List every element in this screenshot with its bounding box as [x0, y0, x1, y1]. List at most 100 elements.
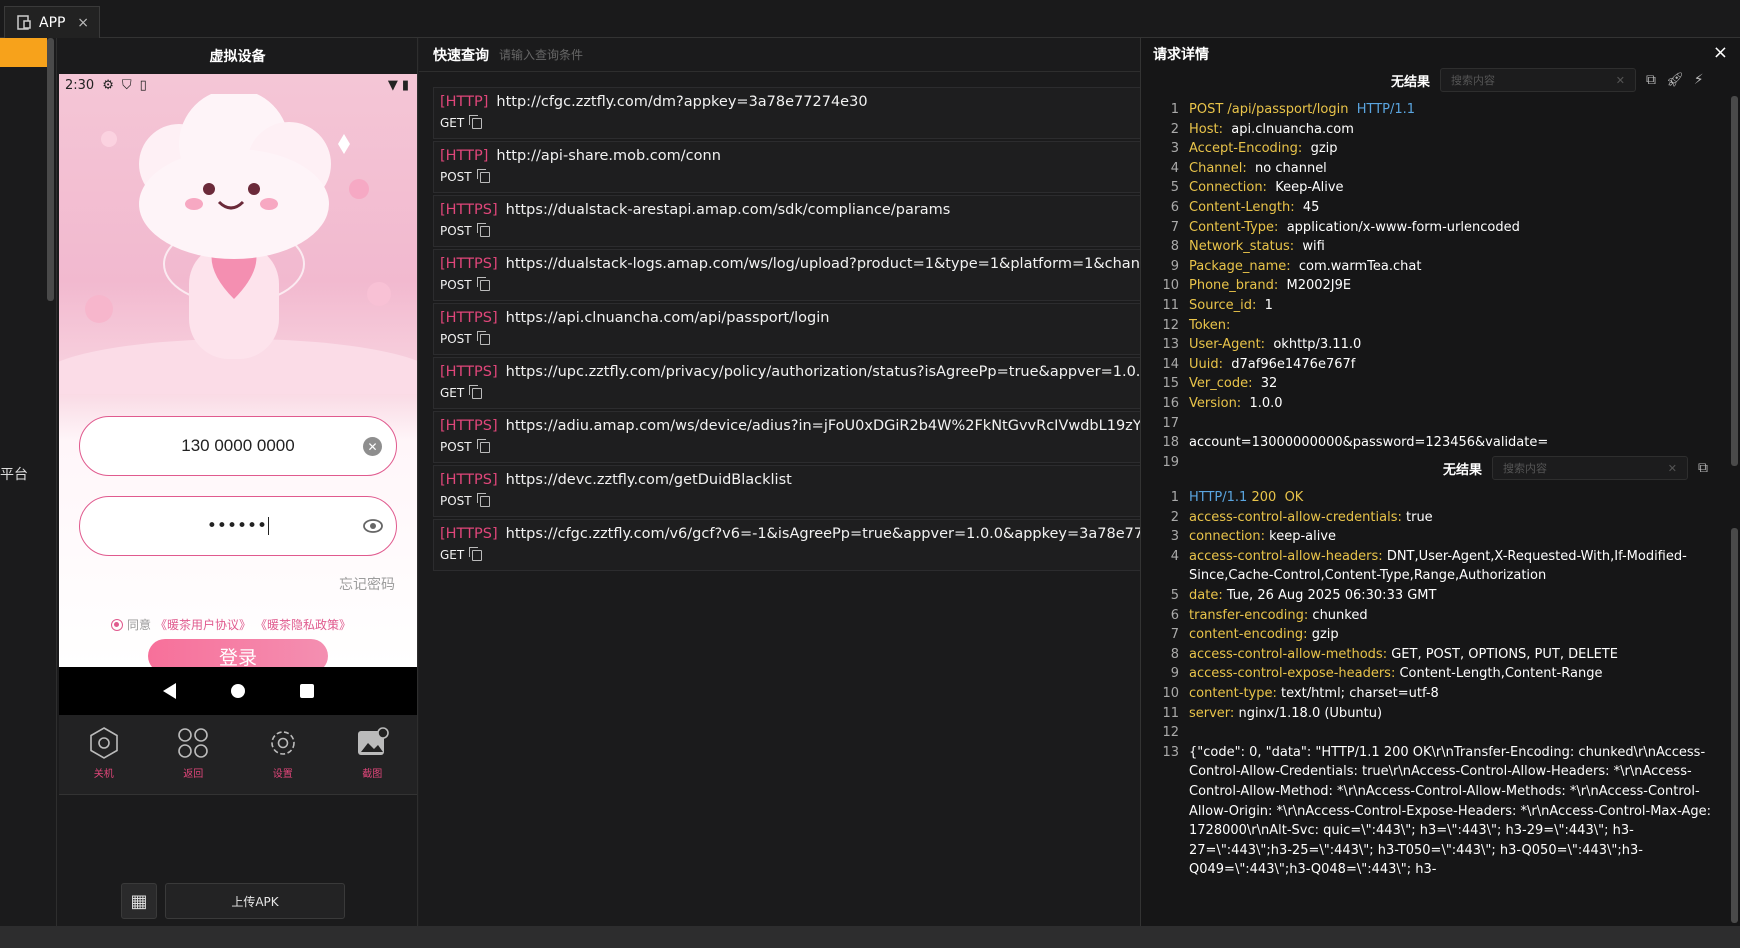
- nav-home-icon[interactable]: [230, 684, 245, 698]
- eye-icon[interactable]: [362, 515, 384, 537]
- request-item[interactable]: [HTTPS] https://upc.zztfly.com/privacy/po…: [433, 357, 1140, 409]
- header-key: access-control-expose-headers:: [1189, 666, 1396, 682]
- left-scrollbar[interactable]: [47, 38, 54, 301]
- request-item[interactable]: [HTTPS] https://devc.zztfly.com/getDuidBl…: [433, 465, 1140, 517]
- copy-icon[interactable]: [476, 222, 490, 237]
- device-title: 虚拟设备: [209, 49, 266, 65]
- copy-icon[interactable]: [476, 438, 490, 453]
- copy-icon[interactable]: [469, 384, 483, 399]
- line-number: 2: [1170, 509, 1179, 525]
- code-line: User-Agent: okhttp/3.11.0: [1189, 335, 1721, 355]
- phone-number-input[interactable]: 130 0000 0000 ✕: [79, 416, 397, 476]
- tab-app[interactable]: APP ×: [4, 6, 100, 38]
- nav-recent-icon[interactable]: [299, 684, 314, 698]
- response-search-input[interactable]: 搜索内容 ✕: [1492, 456, 1689, 480]
- copy-icon[interactable]: ⧉: [1646, 72, 1656, 88]
- upload-apk-button[interactable]: 上传APK: [165, 883, 345, 919]
- line-number: 7: [1170, 627, 1179, 643]
- header-value: Tue, 26 Aug 2025 06:30:33 GMT: [1226, 588, 1437, 603]
- password-value: ••••••: [206, 516, 268, 536]
- response-search-placeholder: 搜索内容: [1503, 462, 1548, 475]
- lightning-icon[interactable]: ⚡︎: [1694, 72, 1704, 88]
- copy-icon[interactable]: [476, 330, 490, 345]
- request-protocol: [HTTP]: [440, 148, 489, 164]
- response-scrollbar[interactable]: [1731, 528, 1738, 923]
- settings-button[interactable]: 设置: [248, 725, 318, 780]
- scan-button[interactable]: ▦: [121, 883, 157, 919]
- request-search-input[interactable]: 搜索内容 ✕: [1440, 68, 1637, 92]
- privacy-policy-link[interactable]: 《暖茶隐私政策》: [255, 616, 351, 633]
- request-method: POST: [440, 440, 472, 454]
- code-line: Uuid: d7af96e1476e767f: [1189, 355, 1721, 375]
- copy-icon[interactable]: [476, 168, 490, 183]
- copy-icon[interactable]: [469, 114, 483, 129]
- header-key: Version:: [1189, 396, 1242, 411]
- request-item[interactable]: [HTTPS] https://dualstack-arestapi.amap.c…: [433, 195, 1140, 247]
- settings-label: 设置: [272, 769, 293, 780]
- copy-icon[interactable]: ⧉: [1698, 460, 1708, 476]
- code-line: Host: api.clnuancha.com: [1189, 120, 1721, 140]
- clear-icon[interactable]: ✕: [363, 437, 382, 456]
- password-input[interactable]: ••••••: [79, 496, 397, 556]
- agree-radio[interactable]: [111, 618, 123, 631]
- copy-icon[interactable]: [469, 546, 483, 561]
- code-line: date: Tue, 26 Aug 2025 06:30:33 GMT: [1189, 586, 1721, 606]
- request-item[interactable]: [HTTPS] https://adiu.amap.com/ws/device/a…: [433, 411, 1140, 463]
- line-number: 12: [1162, 317, 1179, 333]
- login-button[interactable]: 登录: [148, 639, 328, 667]
- header-value: 200: [1251, 490, 1277, 505]
- tab-close-icon[interactable]: ×: [77, 15, 89, 31]
- header-key: access-control-allow-headers:: [1189, 548, 1383, 564]
- power-button[interactable]: 关机: [69, 725, 139, 780]
- code-line: Token:: [1189, 316, 1721, 336]
- header-key: Connection:: [1189, 180, 1267, 196]
- code-line: Package_name: com.warmTea.chat: [1189, 257, 1721, 277]
- line-number: 19: [1162, 454, 1179, 470]
- clear-icon[interactable]: ✕: [1616, 74, 1625, 87]
- device-bottom-tools: ▦ 上传APK: [57, 883, 418, 923]
- copy-icon[interactable]: [476, 276, 490, 291]
- quick-query-input[interactable]: 请输入查询条件: [499, 46, 583, 63]
- line-number: 11: [1162, 298, 1179, 313]
- phone-screen[interactable]: 2:30 ⚙ ⛉ ▯ ▼ ▮ 130 0000 0000 ✕ •••••• 忘记…: [59, 74, 417, 667]
- back-button[interactable]: 返回: [158, 725, 228, 780]
- header-value: true: [1406, 509, 1433, 525]
- detail-close-icon[interactable]: ×: [1713, 42, 1728, 63]
- code-line: content-encoding: gzip: [1189, 625, 1721, 645]
- request-item[interactable]: [HTTPS] https://dualstack-logs.amap.com/w…: [433, 249, 1140, 301]
- header-value: 1.0.0: [1249, 396, 1283, 411]
- request-url: https://api.clnuancha.com/api/passport/l…: [505, 310, 830, 326]
- request-scrollbar[interactable]: [1731, 96, 1738, 466]
- header-key: connection:: [1189, 529, 1266, 545]
- request-item[interactable]: [HTTPS] https://api.clnuancha.com/api/pas…: [433, 303, 1140, 355]
- header-value: chunked: [1312, 607, 1368, 623]
- header-key: Package_name:: [1189, 258, 1291, 274]
- code-line: Accept-Encoding: gzip: [1189, 139, 1721, 159]
- clear-icon[interactable]: ✕: [1668, 462, 1677, 475]
- screenshot-button[interactable]: 截图: [337, 725, 407, 780]
- phone-number-value: 130 0000 0000: [181, 436, 295, 455]
- nav-back-icon[interactable]: [162, 683, 176, 699]
- code-line: Source_id: 1: [1189, 296, 1721, 316]
- screenshot-icon: [358, 727, 390, 755]
- left-platform-label: 平台: [0, 467, 28, 483]
- battery-icon: ▮: [401, 77, 409, 93]
- header-key: Ver_code:: [1189, 376, 1253, 392]
- request-url: https://dualstack-logs.amap.com/ws/log/u…: [505, 256, 1140, 272]
- header-value: d7af96e1476e767f: [1231, 356, 1356, 372]
- request-url: http://cfgc.zztfly.com/dm?appkey=3a78e77…: [496, 94, 868, 110]
- header-value: text/html; charset=utf-8: [1281, 686, 1439, 701]
- line-number: 7: [1170, 219, 1179, 235]
- header-value: okhttp/3.11.0: [1273, 337, 1362, 353]
- copy-icon[interactable]: [476, 492, 490, 507]
- header-value: application/x-www-form-urlencoded: [1286, 219, 1520, 235]
- request-item[interactable]: [HTTP] http://api-share.mob.com/conn POST: [433, 141, 1140, 193]
- rocket-icon[interactable]: 🚀︎: [1666, 72, 1684, 88]
- line-number: 8: [1170, 646, 1179, 662]
- tab-bar: APP ×: [0, 0, 1740, 38]
- forgot-password-link[interactable]: 忘记密码: [339, 574, 395, 594]
- user-agreement-link[interactable]: 《暖茶用户协议》: [155, 616, 251, 633]
- request-item[interactable]: [HTTP] http://cfgc.zztfly.com/dm?appkey=3…: [433, 87, 1140, 139]
- request-item[interactable]: [HTTPS] https://cfgc.zztfly.com/v6/gcf?v6…: [433, 519, 1140, 571]
- request-url: https://devc.zztfly.com/getDuidBlacklist: [505, 472, 792, 488]
